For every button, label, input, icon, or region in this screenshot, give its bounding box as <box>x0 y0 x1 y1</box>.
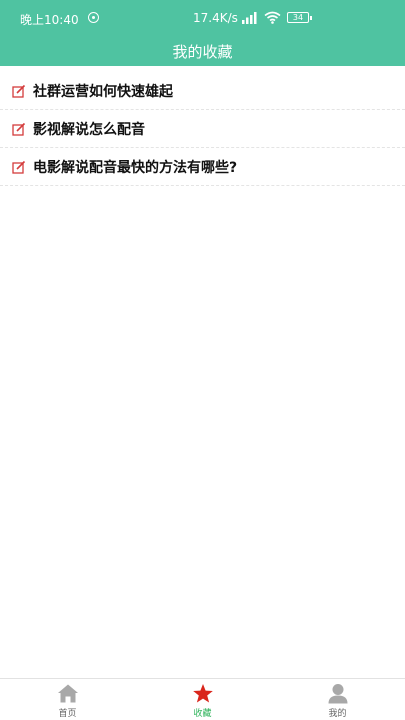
page-header: 我的收藏 <box>0 36 405 66</box>
favorite-item-title: 影视解说怎么配音 <box>33 121 145 138</box>
edit-icon <box>12 122 26 136</box>
wifi-icon <box>264 11 281 24</box>
tab-mine-label: 我的 <box>328 709 347 719</box>
tab-favorites-label: 收藏 <box>193 709 212 719</box>
favorites-list: 社群运营如何快速雄起 影视解说怎么配音 电影解说配音最快的方法有哪些? <box>0 72 405 186</box>
page-title: 我的收藏 <box>172 42 233 61</box>
tab-mine[interactable]: 我的 <box>270 679 405 720</box>
edit-icon <box>12 84 26 98</box>
status-time: 晚上10:40 <box>20 13 79 27</box>
favorite-item[interactable]: 影视解说怎么配音 <box>0 110 405 148</box>
star-icon <box>192 684 213 703</box>
network-speed: 17.4K/s <box>193 11 238 25</box>
status-bar: 晚上10:40 17.4K/s 34 <box>0 0 405 36</box>
tab-home[interactable]: 首页 <box>0 679 135 720</box>
favorite-item[interactable]: 电影解说配音最快的方法有哪些? <box>0 148 405 186</box>
favorite-item-title: 社群运营如何快速雄起 <box>33 83 173 100</box>
battery-icon: 34 <box>287 12 312 23</box>
edit-icon <box>12 160 26 174</box>
favorite-item-title: 电影解说配音最快的方法有哪些? <box>33 159 238 176</box>
signal-icon <box>242 12 257 24</box>
favorite-item[interactable]: 社群运营如何快速雄起 <box>0 72 405 110</box>
tab-favorites[interactable]: 收藏 <box>135 679 270 720</box>
notification-icon <box>88 12 99 23</box>
bottom-tab-bar: 首页 收藏 我的 <box>0 678 405 720</box>
home-icon <box>57 684 78 703</box>
tab-home-label: 首页 <box>58 709 77 719</box>
favorites-screen: 晚上10:40 17.4K/s 34 我的收藏 社群运营如何快速雄起 影视解说怎… <box>0 0 405 720</box>
user-icon <box>328 684 347 704</box>
